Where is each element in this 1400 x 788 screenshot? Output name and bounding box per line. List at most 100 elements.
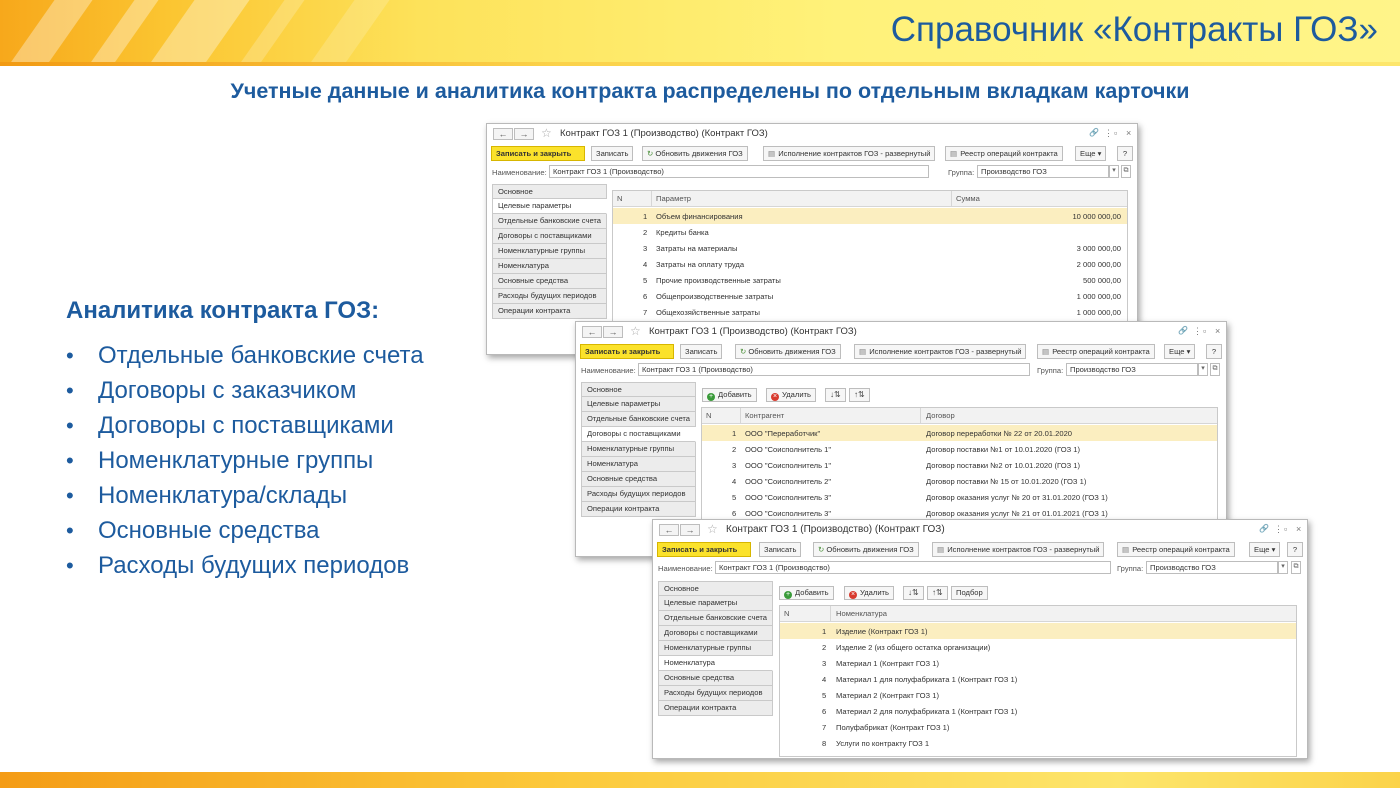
table-row[interactable]: 3 Материал 1 (Контракт ГОЗ 1) [780,655,1296,671]
delete-button[interactable]: × Удалить [844,586,894,600]
tab-fixed-assets[interactable]: Основные средства [581,472,696,487]
table-row[interactable]: 6 Материал 2 для полуфабриката 1 (Контра… [780,703,1296,719]
tab-main[interactable]: Основное [492,184,607,199]
save-button[interactable]: Записать [759,542,802,557]
tab-deferred-expenses[interactable]: Расходы будущих периодов [581,487,696,502]
tab-nomenclature[interactable]: Номенклатура [658,656,773,671]
update-movements-button[interactable]: ↻ Обновить движения ГОЗ [735,344,841,359]
tab-contract-operations[interactable]: Операции контракта [581,502,696,517]
sort-ascending-button[interactable]: ↓⇅ [825,388,846,402]
tab-deferred-expenses[interactable]: Расходы будущих периодов [658,686,773,701]
link-icon[interactable]: 🔗 [1089,128,1099,138]
forward-button[interactable]: → [514,128,534,140]
favorite-star-icon[interactable]: ☆ [541,126,552,140]
tab-fixed-assets[interactable]: Основные средства [492,274,607,289]
more-icon[interactable]: ⋮ [1193,326,1202,336]
tab-target-params[interactable]: Целевые параметры [492,199,607,214]
tab-main[interactable]: Основное [581,382,696,397]
table-row[interactable]: 7 Общехозяйственные затраты 1 000 000,00 [613,304,1127,320]
tab-bank-accounts[interactable]: Отдельные банковские счета [581,412,696,427]
table-row[interactable]: 5 ООО "Соисполнитель 3" Договор оказания… [702,489,1217,505]
execution-report-button[interactable]: ▤ Исполнение контрактов ГОЗ - развернутый [932,542,1105,557]
save-close-button[interactable]: Записать и закрыть [491,146,585,161]
tab-fixed-assets[interactable]: Основные средства [658,671,773,686]
tab-nomenclature[interactable]: Номенклатура [581,457,696,472]
table-row[interactable]: 3 ООО "Соисполнитель 1" Договор поставки… [702,457,1217,473]
table-row[interactable]: 3 Затраты на материалы 3 000 000,00 [613,240,1127,256]
tab-contract-operations[interactable]: Операции контракта [492,304,607,319]
sort-descending-button[interactable]: ↑⇅ [927,586,948,600]
tab-bank-accounts[interactable]: Отдельные банковские счета [658,611,773,626]
table-row[interactable]: 2 Кредиты банка [613,224,1127,240]
tab-bank-accounts[interactable]: Отдельные банковские счета [492,214,607,229]
registry-button[interactable]: ▤ Реестр операций контракта [945,146,1063,161]
pick-button[interactable]: Подбор [951,586,988,600]
close-icon[interactable]: × [1296,524,1301,534]
sort-ascending-button[interactable]: ↓⇅ [903,586,924,600]
tab-nomenclature-groups[interactable]: Номенклатурные группы [492,244,607,259]
favorite-star-icon[interactable]: ☆ [707,522,718,536]
save-button[interactable]: Записать [680,344,723,359]
favorite-star-icon[interactable]: ☆ [630,324,641,338]
table-row[interactable]: 7 Полуфабрикат (Контракт ГОЗ 1) [780,719,1296,735]
more-button[interactable]: Еще ▾ [1249,542,1281,557]
name-field[interactable]: Контракт ГОЗ 1 (Производство) [715,561,1111,574]
sort-descending-button[interactable]: ↑⇅ [849,388,870,402]
tab-nomenclature-groups[interactable]: Номенклатурные группы [581,442,696,457]
execution-report-button[interactable]: ▤ Исполнение контрактов ГОЗ - развернутый [763,146,936,161]
help-button[interactable]: ? [1117,146,1133,161]
tab-target-params[interactable]: Целевые параметры [658,596,773,611]
add-button[interactable]: + Добавить [702,388,757,402]
update-movements-button[interactable]: ↻ Обновить движения ГОЗ [642,146,748,161]
group-dropdown-icon[interactable]: ▾ [1109,165,1119,178]
name-field[interactable]: Контракт ГОЗ 1 (Производство) [549,165,929,178]
restore-icon[interactable]: ▫ [1114,128,1117,138]
table-row[interactable]: 5 Материал 2 (Контракт ГОЗ 1) [780,687,1296,703]
add-button[interactable]: + Добавить [779,586,834,600]
close-icon[interactable]: × [1215,326,1220,336]
more-button[interactable]: Еще ▾ [1075,146,1107,161]
more-icon[interactable]: ⋮ [1274,524,1283,534]
more-button[interactable]: Еще ▾ [1164,344,1196,359]
tab-supplier-contracts[interactable]: Договоры с поставщиками [581,427,696,442]
restore-icon[interactable]: ▫ [1284,524,1287,534]
back-button[interactable]: ← [493,128,513,140]
forward-button[interactable]: → [680,524,700,536]
registry-button[interactable]: ▤ Реестр операций контракта [1037,344,1155,359]
tab-nomenclature-groups[interactable]: Номенклатурные группы [658,641,773,656]
back-button[interactable]: ← [659,524,679,536]
restore-icon[interactable]: ▫ [1203,326,1206,336]
forward-button[interactable]: → [603,326,623,338]
link-icon[interactable]: 🔗 [1178,326,1188,336]
save-close-button[interactable]: Записать и закрыть [580,344,674,359]
help-button[interactable]: ? [1206,344,1222,359]
tab-deferred-expenses[interactable]: Расходы будущих периодов [492,289,607,304]
table-row[interactable]: 1 Изделие (Контракт ГОЗ 1) [780,623,1296,639]
group-dropdown-icon[interactable]: ▾ [1278,561,1288,574]
save-button[interactable]: Записать [591,146,634,161]
group-open-icon[interactable]: ⧉ [1291,561,1301,574]
table-row[interactable]: 2 ООО "Соисполнитель 1" Договор поставки… [702,441,1217,457]
link-icon[interactable]: 🔗 [1259,524,1269,534]
registry-button[interactable]: ▤ Реестр операций контракта [1117,542,1235,557]
table-row[interactable]: 8 Услуги по контракту ГОЗ 1 [780,735,1296,751]
table-row[interactable]: 6 Общепроизводственные затраты 1 000 000… [613,288,1127,304]
tab-supplier-contracts[interactable]: Договоры с поставщиками [658,626,773,641]
save-close-button[interactable]: Записать и закрыть [657,542,751,557]
update-movements-button[interactable]: ↻ Обновить движения ГОЗ [813,542,919,557]
help-button[interactable]: ? [1287,542,1303,557]
table-row[interactable]: 4 Затраты на оплату труда 2 000 000,00 [613,256,1127,272]
group-open-icon[interactable]: ⧉ [1121,165,1131,178]
table-row[interactable]: 4 ООО "Соисполнитель 2" Договор поставки… [702,473,1217,489]
table-row[interactable]: 5 Прочие производственные затраты 500 00… [613,272,1127,288]
group-open-icon[interactable]: ⧉ [1210,363,1220,376]
group-field[interactable]: Производство ГОЗ [1146,561,1278,574]
tab-main[interactable]: Основное [658,581,773,596]
table-row[interactable]: 4 Материал 1 для полуфабриката 1 (Контра… [780,671,1296,687]
group-dropdown-icon[interactable]: ▾ [1198,363,1208,376]
tab-supplier-contracts[interactable]: Договоры с поставщиками [492,229,607,244]
table-row[interactable]: 1 ООО "Переработчик" Договор переработки… [702,425,1217,441]
tab-contract-operations[interactable]: Операции контракта [658,701,773,716]
delete-button[interactable]: × Удалить [766,388,816,402]
group-field[interactable]: Производство ГОЗ [977,165,1109,178]
